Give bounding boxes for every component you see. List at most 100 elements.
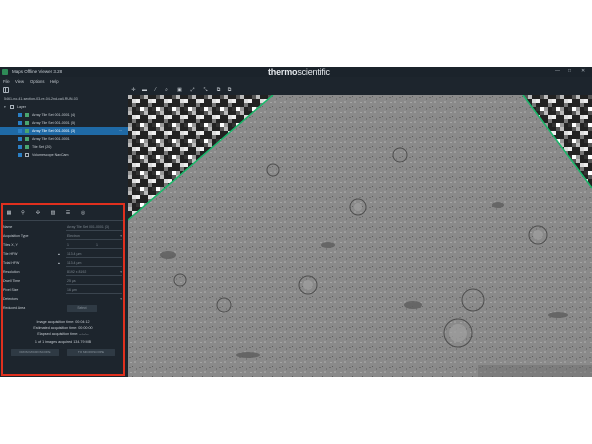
app-logo-icon [2,69,8,75]
prop-label: Resolution [3,270,20,274]
collapse-view-icon[interactable]: ⤡ [202,87,209,94]
em-image [128,95,592,377]
image-viewer[interactable] [128,95,592,377]
field-underline [66,248,122,249]
prop-label: Detectors [3,297,18,301]
visibility-checkbox[interactable] [18,153,22,157]
prop-label: Dwell Time [3,279,21,283]
pan-tool-icon[interactable]: ✛ [130,87,137,94]
menu-view[interactable]: View [15,79,24,84]
menu-bar: File View Options Help [0,77,592,86]
tree-item-label: Array Tile Set 001-0001 (4) [32,112,76,117]
chevron-down-icon[interactable]: ▾ [120,234,122,238]
maximize-button[interactable]: □ [568,68,571,74]
visibility-checkbox[interactable] [18,121,22,125]
app-title: Maps Offline Viewer 3.28 [12,69,63,74]
brand-logo: thermoscientific [268,67,330,77]
tree-item-label: Tile Set (20) [32,144,52,149]
prop-pixel-size: Pixel Size 16 µm [3,286,123,294]
grid-icon[interactable]: ▦ [6,210,12,216]
prop-label: Tiles X, Y [3,243,18,247]
visibility-checkbox[interactable] [18,129,22,133]
field-underline [66,257,122,258]
brand-first: thermo [268,67,298,77]
compass-icon[interactable]: ◎ [80,210,86,216]
acquisition-type-select[interactable]: Electron [67,234,80,238]
chevron-down-icon[interactable]: ▾ [120,270,122,274]
tree-item-label: Array Tile Set 001-0001 [32,136,70,141]
tree-item[interactable]: Array Tile Set 001-0001 [0,135,128,143]
fit-view-icon[interactable]: ⤢ [189,87,196,94]
prop-resolution: Resolution 8192 x 8192 ▾ [3,268,123,276]
select-area-button[interactable]: Select [67,305,97,312]
measure-tool-icon[interactable]: ⁄ [152,87,159,94]
view-toolbar: ✛ ▬ ⁄ ⌕ ▣ ⤢ ⤡ ⧉ ⧉ [128,86,592,95]
field-underline [66,284,122,285]
dwell-time-input[interactable]: 25 µs [67,279,76,283]
duplicate-icon[interactable]: ⧉ [226,87,233,94]
tileset-icon [25,145,29,149]
prop-reduced-area: Reduced Area Select [3,304,123,312]
lock-icon[interactable]: 🔒︎ [58,252,60,256]
zoom-tool-icon[interactable]: ⌕ [163,87,170,94]
total-hfw-input[interactable]: 113.4 µm [67,261,81,265]
tileset-icon [25,137,29,141]
prop-total-hfw: Total HFW 🔒︎ 113.4 µm [3,259,123,267]
menu-file[interactable]: File [3,79,10,84]
prop-label: Pixel Size [3,288,19,292]
visibility-checkbox[interactable] [18,145,22,149]
sliders-icon[interactable]: ☰ [65,210,71,216]
to-microscope-button[interactable]: TO MICROSCOPE [67,349,115,356]
prop-tiles: Tiles X, Y 1 1 [3,241,123,249]
tree-item[interactable]: Tile Set (20) [0,143,128,151]
prop-dwell-time: Dwell Time 25 µs [3,277,123,285]
camera-icon [25,153,29,157]
visibility-checkbox[interactable] [18,137,22,141]
field-underline [66,266,122,267]
tileset-icon [25,113,29,117]
resolution-select[interactable]: 8192 x 8192 [67,270,86,274]
title-bar: Maps Offline Viewer 3.28 thermoscientifi… [0,67,592,77]
from-microscope-button[interactable]: FROM MICROSCOPE [11,349,59,356]
name-input[interactable]: Array Tile Set 001-0001 (3) [67,225,109,229]
tile-hfw-input[interactable]: 113.4 µm [67,252,81,256]
crosshair-icon[interactable]: ✣ [35,210,41,216]
visibility-checkbox[interactable] [18,113,22,117]
region-tool-icon[interactable]: ▣ [176,87,183,94]
more-options-icon[interactable]: ... [119,127,122,132]
field-underline [66,230,122,231]
line-tool-icon[interactable]: ▬ [141,87,148,94]
lock-icon[interactable]: 🔒︎ [58,261,60,265]
pixel-size-input[interactable]: 16 µm [67,288,77,292]
project-path: 5461-no-41-section-03-re-04-2nd-call-RUN… [4,97,78,101]
tree-item[interactable]: Array Tile Set 001-0001 (4) [0,111,128,119]
prop-label: Acquisition Type [3,234,29,238]
image-icon[interactable]: ▨ [50,210,56,216]
brand-second: scientific [297,67,330,77]
tree-item[interactable]: Volumescope NavCam [0,151,128,159]
tree-item-layer[interactable]: ▾ Layer [0,103,128,111]
elapsed-acquisition-time: Elapsed acquisition time: --:--:-- [37,332,89,336]
minimize-button[interactable]: — [555,68,560,74]
tree-item-label: Array Tile Set 001-0001 (3) [32,128,76,133]
tree-item-selected[interactable]: Array Tile Set 001-0001 (3) ... [0,127,128,135]
app-window: Maps Offline Viewer 3.28 thermoscientifi… [0,67,592,377]
tiles-y-input[interactable]: 1 [96,243,98,247]
tiles-x-input[interactable]: 1 [67,243,69,247]
tree-item-label: Array Tile Set 001-0001 (5) [32,120,76,125]
menu-options[interactable]: Options [30,79,44,84]
tileset-icon [25,121,29,125]
prop-name: Name Array Tile Set 001-0001 (3) [3,223,123,231]
tree-item[interactable]: Array Tile Set 001-0001 (5) [0,119,128,127]
close-button[interactable]: ✕ [581,68,585,74]
pin-icon[interactable]: ⚲ [20,210,26,216]
tree-item-label: Layer [17,104,26,109]
menu-help[interactable]: Help [50,79,59,84]
layer-tree: ▾ Layer Array Tile Set 001-0001 (4) Arra… [0,103,128,159]
copy-icon[interactable]: ⧉ [215,87,222,94]
prop-label: Reduced Area [3,306,26,310]
chevron-down-icon[interactable]: ▾ [4,105,6,109]
prop-label: Total HFW [3,261,20,265]
panel-toggle-icon[interactable] [3,87,9,93]
chevron-down-icon[interactable]: ▾ [120,297,122,301]
